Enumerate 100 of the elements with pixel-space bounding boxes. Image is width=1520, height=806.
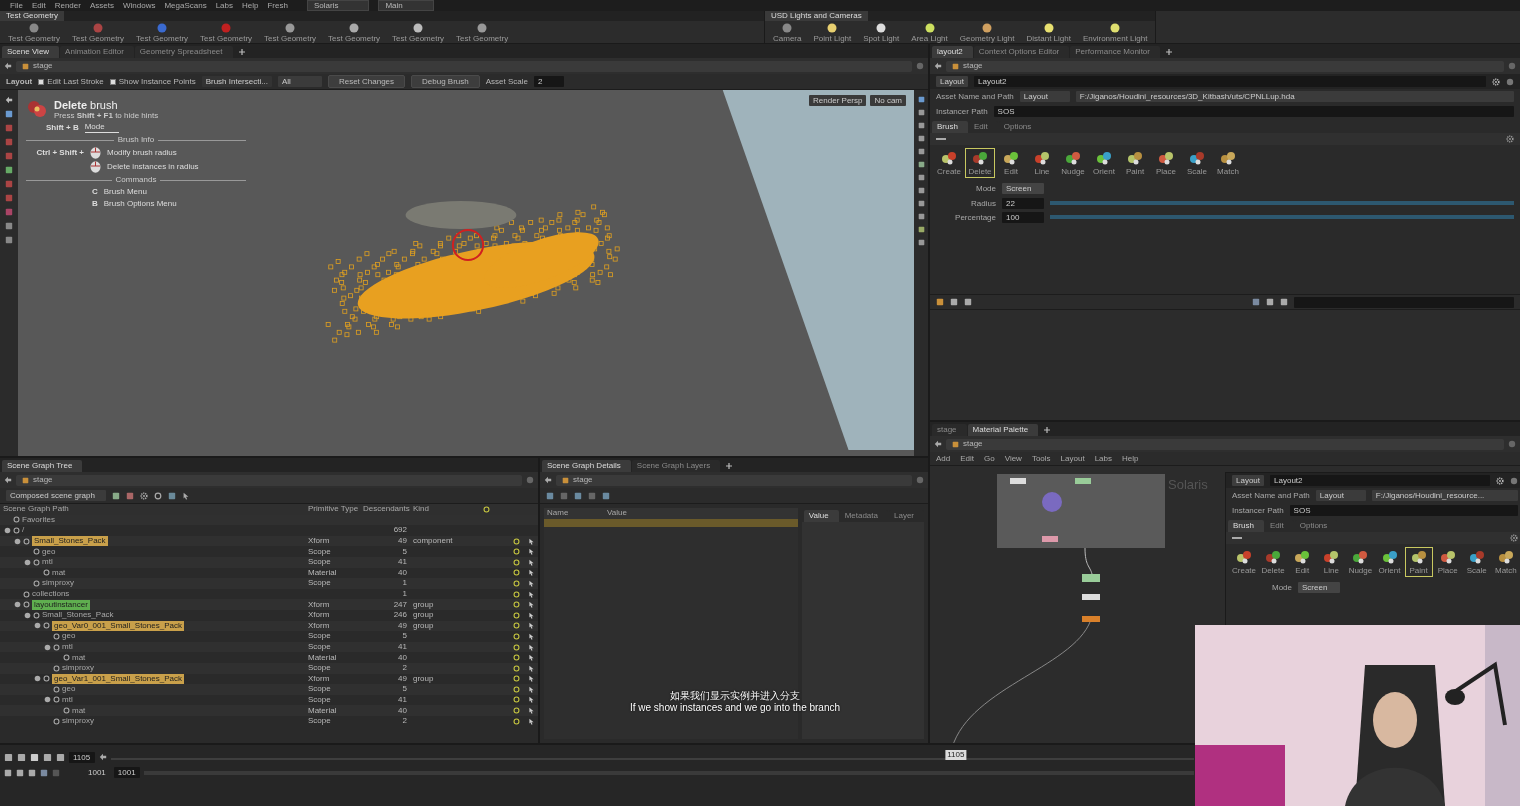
source-dropdown[interactable]: Composed scene graph: [6, 490, 106, 501]
gear-icon[interactable]: [1506, 135, 1514, 143]
pane-tab[interactable]: Scene View: [2, 46, 60, 58]
shelf-tool[interactable]: Test Geometry: [72, 22, 125, 43]
square-icon[interactable]: [168, 491, 176, 500]
path-field[interactable]: stage: [946, 60, 1504, 72]
square-icon[interactable]: [5, 110, 13, 118]
shelf-tool[interactable]: Spot Light: [863, 22, 900, 43]
column-header[interactable]: Primitive Type: [305, 504, 360, 515]
square-icon[interactable]: [964, 298, 972, 306]
square-icon[interactable]: [4, 768, 12, 777]
square-icon[interactable]: [22, 62, 29, 70]
dot-icon[interactable]: [916, 62, 924, 70]
node-name-field[interactable]: Layout2: [974, 76, 1486, 87]
menu-item[interactable]: Assets: [89, 1, 114, 10]
pane-tab[interactable]: Performance Monitor: [1070, 46, 1160, 58]
pane-tab[interactable]: Animation Editor: [60, 46, 134, 58]
square-icon[interactable]: [917, 200, 925, 207]
shelf-tool[interactable]: Area Light: [911, 22, 948, 43]
shelf-tool[interactable]: Test Geometry: [136, 22, 189, 43]
brush-tool-button[interactable]: Match: [1213, 148, 1243, 178]
brush-tool-button[interactable]: Create: [934, 148, 964, 178]
tree-item[interactable]: geo: [62, 684, 76, 695]
pane-tab[interactable]: Material Palette: [967, 424, 1039, 436]
checkbox[interactable]: Show Instance Points: [109, 77, 196, 86]
tree-item[interactable]: simproxy: [62, 663, 94, 674]
menu-item[interactable]: Edit: [960, 454, 975, 463]
node[interactable]: [1042, 492, 1062, 512]
mode-dropdown[interactable]: Screen: [1298, 582, 1340, 593]
tree-item[interactable]: geo_Var0_001_Small_Stones_Pack: [52, 620, 184, 631]
dot-icon[interactable]: [14, 601, 21, 609]
tree-item[interactable]: Small_Stones_Pack: [32, 536, 108, 547]
brush-tool-button[interactable]: Paint: [1404, 547, 1433, 577]
brush-tool-button[interactable]: Scale: [1182, 148, 1212, 178]
square-icon[interactable]: [546, 491, 554, 500]
dot-icon[interactable]: [34, 622, 41, 630]
collapse-icon[interactable]: [1232, 536, 1242, 540]
shelf-tool[interactable]: Point Light: [813, 22, 852, 43]
brush-tool-button[interactable]: Match: [1491, 547, 1520, 577]
tree-item[interactable]: layoutinstancer: [32, 599, 90, 610]
node[interactable]: [1042, 536, 1058, 542]
brush-tool-button[interactable]: Edit: [1288, 547, 1317, 577]
arrow-icon[interactable]: [4, 476, 12, 484]
node[interactable]: [1082, 574, 1100, 582]
brush-tool-button[interactable]: Place: [1433, 547, 1462, 577]
square-icon[interactable]: [917, 96, 925, 103]
camera-menu[interactable]: No cam: [870, 95, 906, 106]
square-icon[interactable]: [1266, 298, 1274, 306]
tree-item[interactable]: simproxy: [42, 578, 74, 589]
brush-tool-button[interactable]: Edit: [996, 148, 1026, 178]
tree-item[interactable]: mtl: [62, 695, 73, 705]
brush-tool-button[interactable]: Scale: [1462, 547, 1491, 577]
shelf-tool[interactable]: Geometry Light: [959, 22, 1015, 43]
dot-icon[interactable]: [14, 537, 21, 545]
tree-item[interactable]: mat: [52, 567, 66, 578]
toolbar-button[interactable]: Reset Changes: [327, 75, 406, 88]
brush-tool-button[interactable]: Place: [1151, 148, 1181, 178]
square-icon[interactable]: [40, 768, 48, 777]
desktop-dropdown[interactable]: Solaris: [306, 0, 370, 11]
tree-item[interactable]: Favorites: [22, 514, 55, 525]
pane-tab[interactable]: Scene Graph Layers: [631, 460, 721, 472]
dot-icon[interactable]: [34, 675, 41, 683]
instancer-path-field[interactable]: SOS: [993, 106, 1514, 117]
column-header[interactable]: Descendants: [360, 504, 410, 515]
add-icon[interactable]: [1165, 48, 1173, 56]
add-icon[interactable]: [237, 48, 246, 56]
menu-item[interactable]: View: [1004, 454, 1022, 463]
shelf-tool[interactable]: Test Geometry: [456, 22, 509, 43]
node-name-field[interactable]: Layout2: [1270, 475, 1490, 486]
ring-icon[interactable]: [154, 491, 162, 500]
asset-source-dropdown[interactable]: Layout: [1019, 91, 1070, 102]
intersection-field[interactable]: Brush Intersecti...: [201, 76, 272, 87]
square-icon[interactable]: [602, 491, 610, 500]
column-header[interactable]: Value: [604, 508, 798, 519]
square-icon[interactable]: [16, 768, 24, 777]
square-icon[interactable]: [562, 476, 569, 484]
square-icon[interactable]: [917, 109, 925, 116]
menu-item[interactable]: MegaScans: [164, 1, 207, 10]
scale-field[interactable]: 2: [534, 76, 564, 87]
square-icon[interactable]: [22, 476, 29, 484]
add-icon[interactable]: [725, 462, 734, 470]
square-icon[interactable]: [936, 298, 944, 306]
tree-item[interactable]: geo_Var1_001_Small_Stones_Pack: [52, 673, 184, 684]
dot-icon[interactable]: [1506, 77, 1514, 86]
menu-item[interactable]: Fresh: [267, 1, 288, 10]
column-header[interactable]: Name: [544, 508, 604, 519]
arrow-icon[interactable]: [934, 440, 942, 448]
square-icon[interactable]: [574, 491, 582, 500]
tree-item[interactable]: Small_Stones_Pack: [42, 610, 114, 621]
slider[interactable]: [1050, 201, 1514, 205]
tree-item[interactable]: mtl: [42, 557, 53, 568]
square-icon[interactable]: [917, 187, 925, 194]
brush-tool-button[interactable]: Delete: [965, 148, 995, 178]
filter-dropdown[interactable]: All: [277, 76, 322, 87]
pane-tab[interactable]: Scene Graph Tree: [2, 460, 83, 472]
checkbox[interactable]: Edit Last Stroke: [38, 77, 104, 86]
node[interactable]: [1075, 478, 1091, 484]
parameter-tab[interactable]: Brush: [1228, 520, 1264, 532]
square-icon[interactable]: [952, 62, 959, 70]
shelf-tab[interactable]: USD Lights and Cameras: [765, 11, 868, 21]
